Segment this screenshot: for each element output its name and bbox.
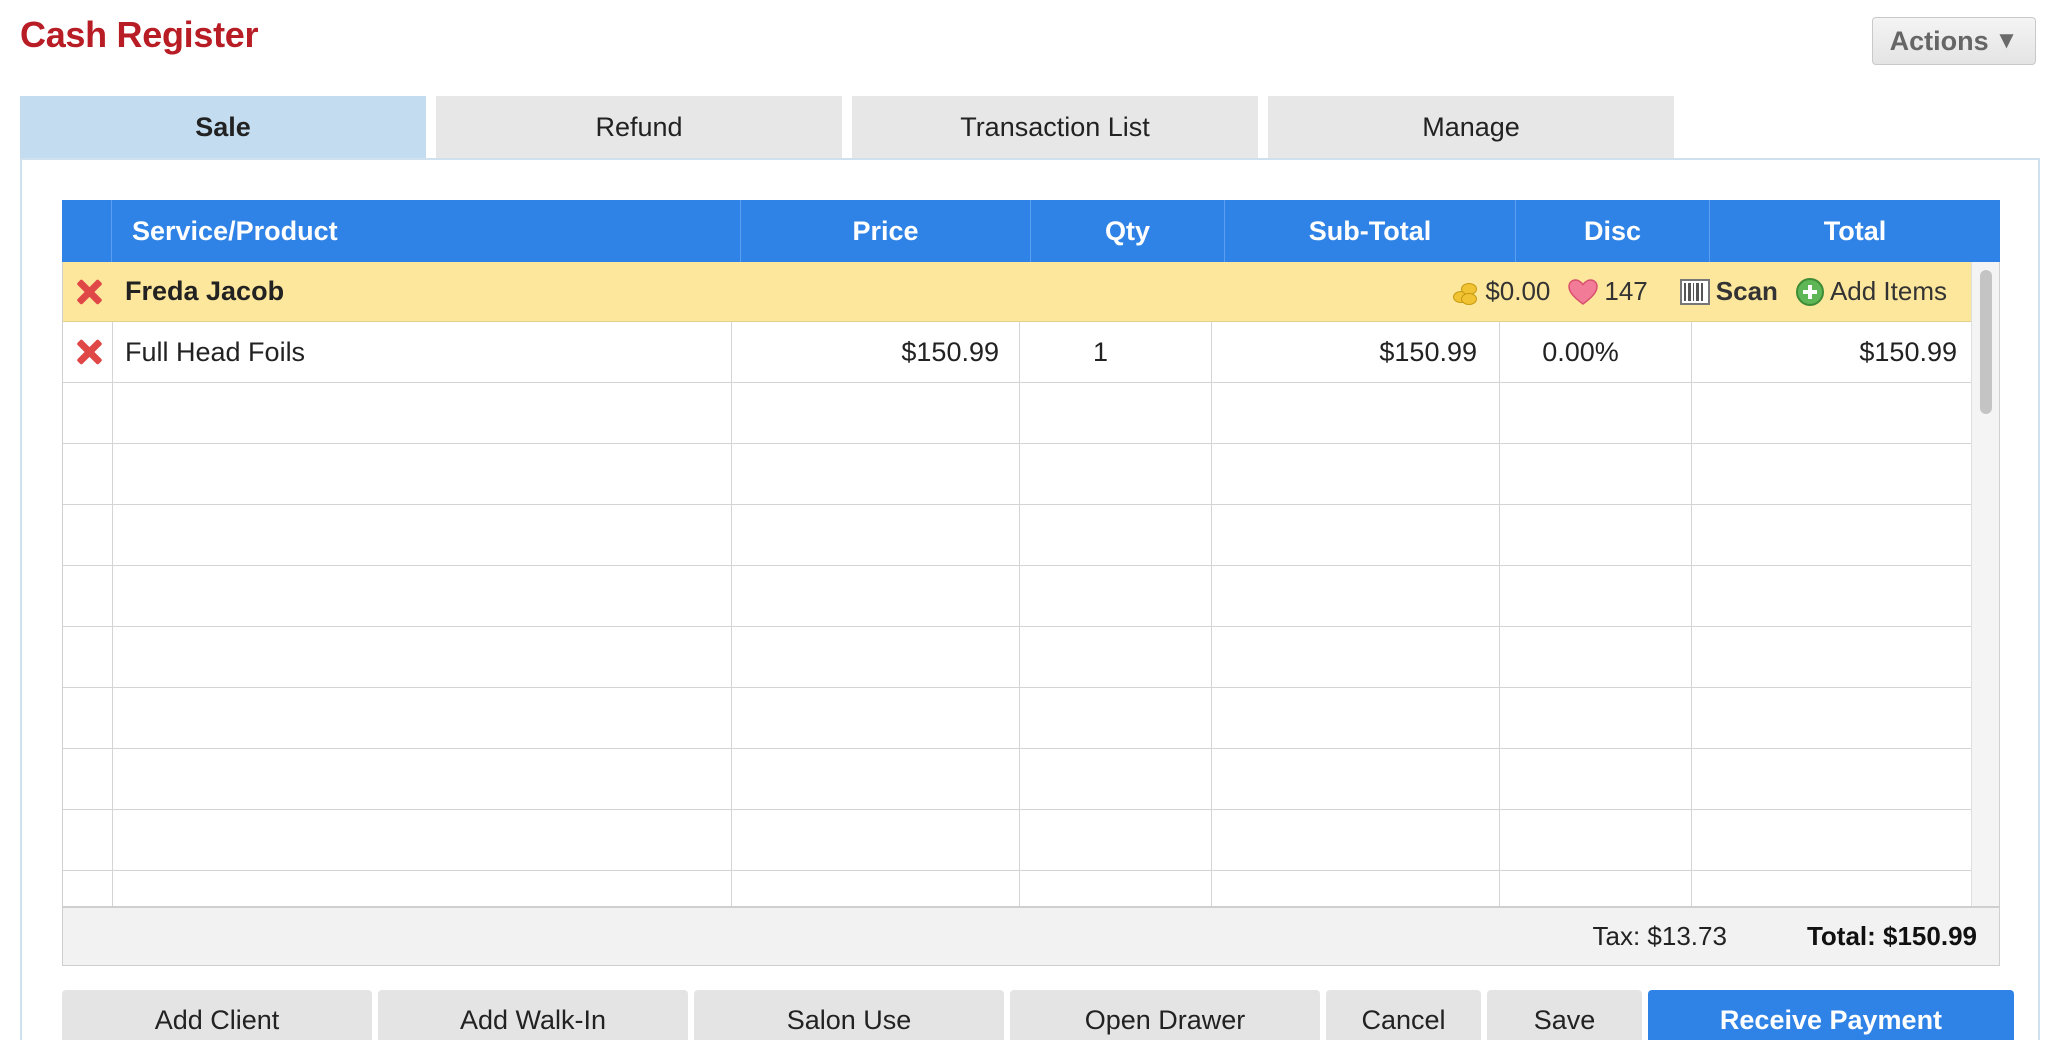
table-row <box>63 383 1971 444</box>
client-row: Freda Jacob $0.00 147 Scan Add Items <box>63 262 1971 322</box>
table-row <box>63 871 1971 906</box>
add-items-label: Add Items <box>1829 276 1947 306</box>
sale-table: Service/Product Price Qty Sub-Total Disc… <box>62 200 2000 966</box>
salon-use-button[interactable]: Salon Use <box>694 990 1004 1040</box>
delete-icon[interactable] <box>75 278 103 306</box>
item-total: $150.99 <box>1692 322 1980 382</box>
page-title: Cash Register <box>20 14 259 55</box>
add-client-button[interactable]: Add Client <box>62 990 372 1040</box>
header-actions <box>62 200 112 262</box>
totals-footer: Tax: $13.73 Total: $150.99 <box>62 906 2000 966</box>
item-price[interactable]: $150.99 <box>732 322 1020 382</box>
table-scrollbar[interactable] <box>1971 262 1999 906</box>
table-row[interactable]: Full Head Foils $150.99 1 $150.99 0.00% … <box>63 322 1980 383</box>
item-subtotal: $150.99 <box>1212 322 1500 382</box>
client-balance-value: $0.00 <box>1485 276 1551 306</box>
client-tools: $0.00 147 Scan Add Items <box>1451 276 1947 307</box>
table-row <box>63 688 1971 749</box>
client-loyalty-points[interactable]: 147 <box>1568 276 1648 307</box>
table-row <box>63 566 1971 627</box>
add-items-button[interactable]: Add Items <box>1795 276 1947 307</box>
header-subtotal: Sub-Total <box>1225 200 1516 262</box>
header-disc: Disc <box>1516 200 1710 262</box>
table-body: Freda Jacob $0.00 147 Scan Add Items Ful… <box>62 262 2000 906</box>
coins-icon <box>1451 277 1479 307</box>
action-button-bar: Add Client Add Walk-In Salon Use Open Dr… <box>62 990 2014 1040</box>
actions-menu-button[interactable]: Actions ▼ <box>1872 17 2036 65</box>
client-points-value: 147 <box>1604 276 1648 306</box>
table-row <box>63 810 1971 871</box>
header-price: Price <box>741 200 1031 262</box>
add-walkin-button[interactable]: Add Walk-In <box>378 990 688 1040</box>
tab-sale[interactable]: Sale <box>20 96 426 158</box>
open-drawer-button[interactable]: Open Drawer <box>1010 990 1320 1040</box>
scan-label: Scan <box>1715 276 1778 306</box>
tax-amount: Tax: $13.73 <box>1592 921 1727 951</box>
table-row <box>63 505 1971 566</box>
receive-payment-button[interactable]: Receive Payment <box>1648 990 2014 1040</box>
row-delete-cell <box>63 322 113 382</box>
barcode-icon <box>1679 278 1710 305</box>
item-disc[interactable]: 0.00% <box>1500 322 1692 382</box>
cancel-button[interactable]: Cancel <box>1326 990 1481 1040</box>
tab-transaction-list[interactable]: Transaction List <box>852 96 1258 158</box>
header-service-product: Service/Product <box>112 200 741 262</box>
heart-icon <box>1568 278 1599 305</box>
actions-label: Actions <box>1889 25 1989 56</box>
header-total: Total <box>1823 215 1887 246</box>
table-row <box>63 444 1971 505</box>
table-header: Service/Product Price Qty Sub-Total Disc… <box>62 200 2000 262</box>
caret-down-icon: ▼ <box>1994 27 2019 54</box>
client-name[interactable]: Freda Jacob <box>125 276 284 307</box>
scan-button[interactable]: Scan <box>1679 276 1778 307</box>
tab-refund[interactable]: Refund <box>436 96 842 158</box>
grand-total: Total: $150.99 <box>1806 921 1977 951</box>
tab-manage[interactable]: Manage <box>1268 96 1674 158</box>
table-row <box>63 749 1971 810</box>
delete-icon[interactable] <box>75 338 103 366</box>
item-qty[interactable]: 1 <box>1020 322 1212 382</box>
item-name[interactable]: Full Head Foils <box>113 322 732 382</box>
scrollbar-thumb[interactable] <box>1980 270 1992 414</box>
save-button[interactable]: Save <box>1487 990 1642 1040</box>
client-balance[interactable]: $0.00 <box>1451 276 1550 307</box>
header-qty: Qty <box>1031 200 1225 262</box>
table-row <box>63 627 1971 688</box>
add-circle-icon <box>1795 277 1824 306</box>
tab-bar: Sale Refund Transaction List Manage <box>20 96 1684 158</box>
